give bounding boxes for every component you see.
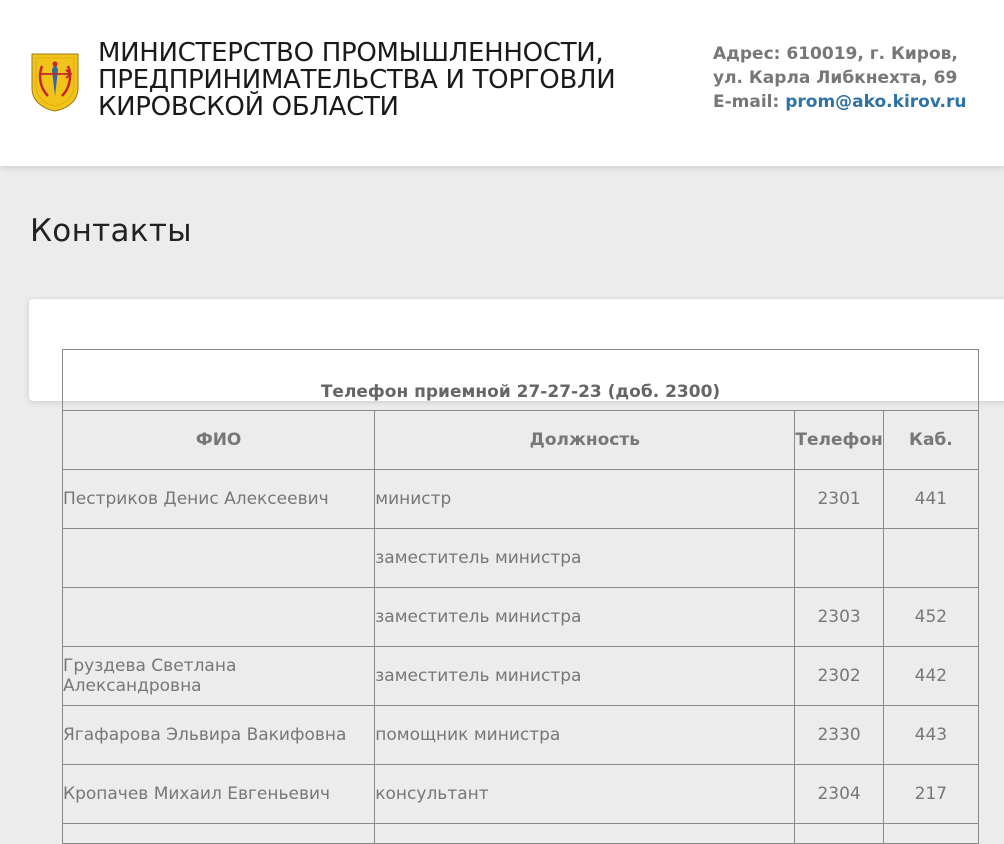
email-line: E-mail: prom@ako.kirov.ru [713, 90, 966, 114]
table-row: заместитель министра [61, 528, 980, 588]
table-row: Груздева Светлана Александровна заместит… [61, 646, 980, 706]
address-line: ул. Карла Либкнехта, 69 [713, 68, 958, 88]
address-line: Адрес: 610019, г. Киров, [713, 44, 958, 64]
table-row: Пестриков Денис Алексеевич министр 2301 … [61, 469, 980, 529]
table-row: заместитель министра 2303 452 [61, 587, 980, 647]
column-header-phone: Телефон [794, 410, 884, 470]
organization-name-line[interactable]: Министерство промышленности, [98, 40, 668, 67]
cell-phone: 2301 [794, 469, 884, 529]
header-contacts: Адрес: 610019, г. Киров, ул. Карла Либкн… [713, 42, 966, 114]
cell-phone: 2330 [794, 705, 884, 765]
organization-name-line[interactable]: Кировской области [98, 94, 668, 121]
cell-name [61, 528, 376, 588]
table-row: Кропачев Михаил Евгеньевич консультант 2… [61, 764, 980, 824]
cell-position: заместитель министра [374, 587, 796, 647]
cell-phone: 2302 [794, 646, 884, 706]
contacts-table: Телефон приемной 27-27-23 (доб. 2300) ФИ… [61, 349, 980, 844]
organization-name[interactable]: Министерство промышленности, предпринима… [98, 40, 668, 121]
cell-room: 452 [882, 587, 980, 647]
cell-position: заместитель министра [374, 646, 796, 706]
cell-position: министр [374, 469, 796, 529]
cell-name [61, 587, 376, 647]
column-header-name: ФИО [61, 410, 376, 470]
cell-position: заместитель министра [374, 528, 796, 588]
column-header-position: Должность [374, 410, 796, 470]
cell-name: Груздева Светлана Александровна [61, 646, 376, 706]
cell-phone: 2303 [794, 587, 884, 647]
cell-phone: 2304 [794, 764, 884, 824]
cell-name: Ягафарова Эльвира Вакифовна [61, 705, 376, 765]
cell-phone [794, 528, 884, 588]
cell-room: 442 [882, 646, 980, 706]
cell-name: Кропачев Михаил Евгеньевич [61, 764, 376, 824]
reception-phone-caption: Телефон приемной 27-27-23 (доб. 2300) [62, 349, 979, 411]
cell-position: консультант [374, 764, 796, 824]
table-caption-row: Телефон приемной 27-27-23 (доб. 2300) [62, 349, 979, 411]
table-header-row: ФИО Должность Телефон Каб. [61, 410, 980, 470]
cell-room: 217 [882, 764, 980, 824]
cell-position: помощник министра [374, 705, 796, 765]
email-link[interactable]: prom@ako.kirov.ru [785, 92, 966, 112]
table-row: Ягафарова Эльвира Вакифовна помощник мин… [61, 705, 980, 765]
cell-name: Пестриков Денис Алексеевич [61, 469, 376, 529]
site-header: Министерство промышленности, предпринима… [0, 0, 1004, 166]
cell-phone [794, 823, 884, 844]
coat-of-arms-icon[interactable] [30, 52, 80, 112]
column-header-room: Каб. [882, 410, 980, 470]
cell-name [61, 823, 376, 844]
cell-position [374, 823, 796, 844]
table-row-partial [61, 823, 980, 844]
page-title: Контакты [30, 213, 192, 249]
organization-name-line[interactable]: предпринимательства и торговли [98, 67, 668, 94]
email-label: E-mail: [713, 92, 780, 112]
cell-room: 441 [882, 469, 980, 529]
cell-room [882, 823, 980, 844]
cell-room: 443 [882, 705, 980, 765]
cell-room [882, 528, 980, 588]
